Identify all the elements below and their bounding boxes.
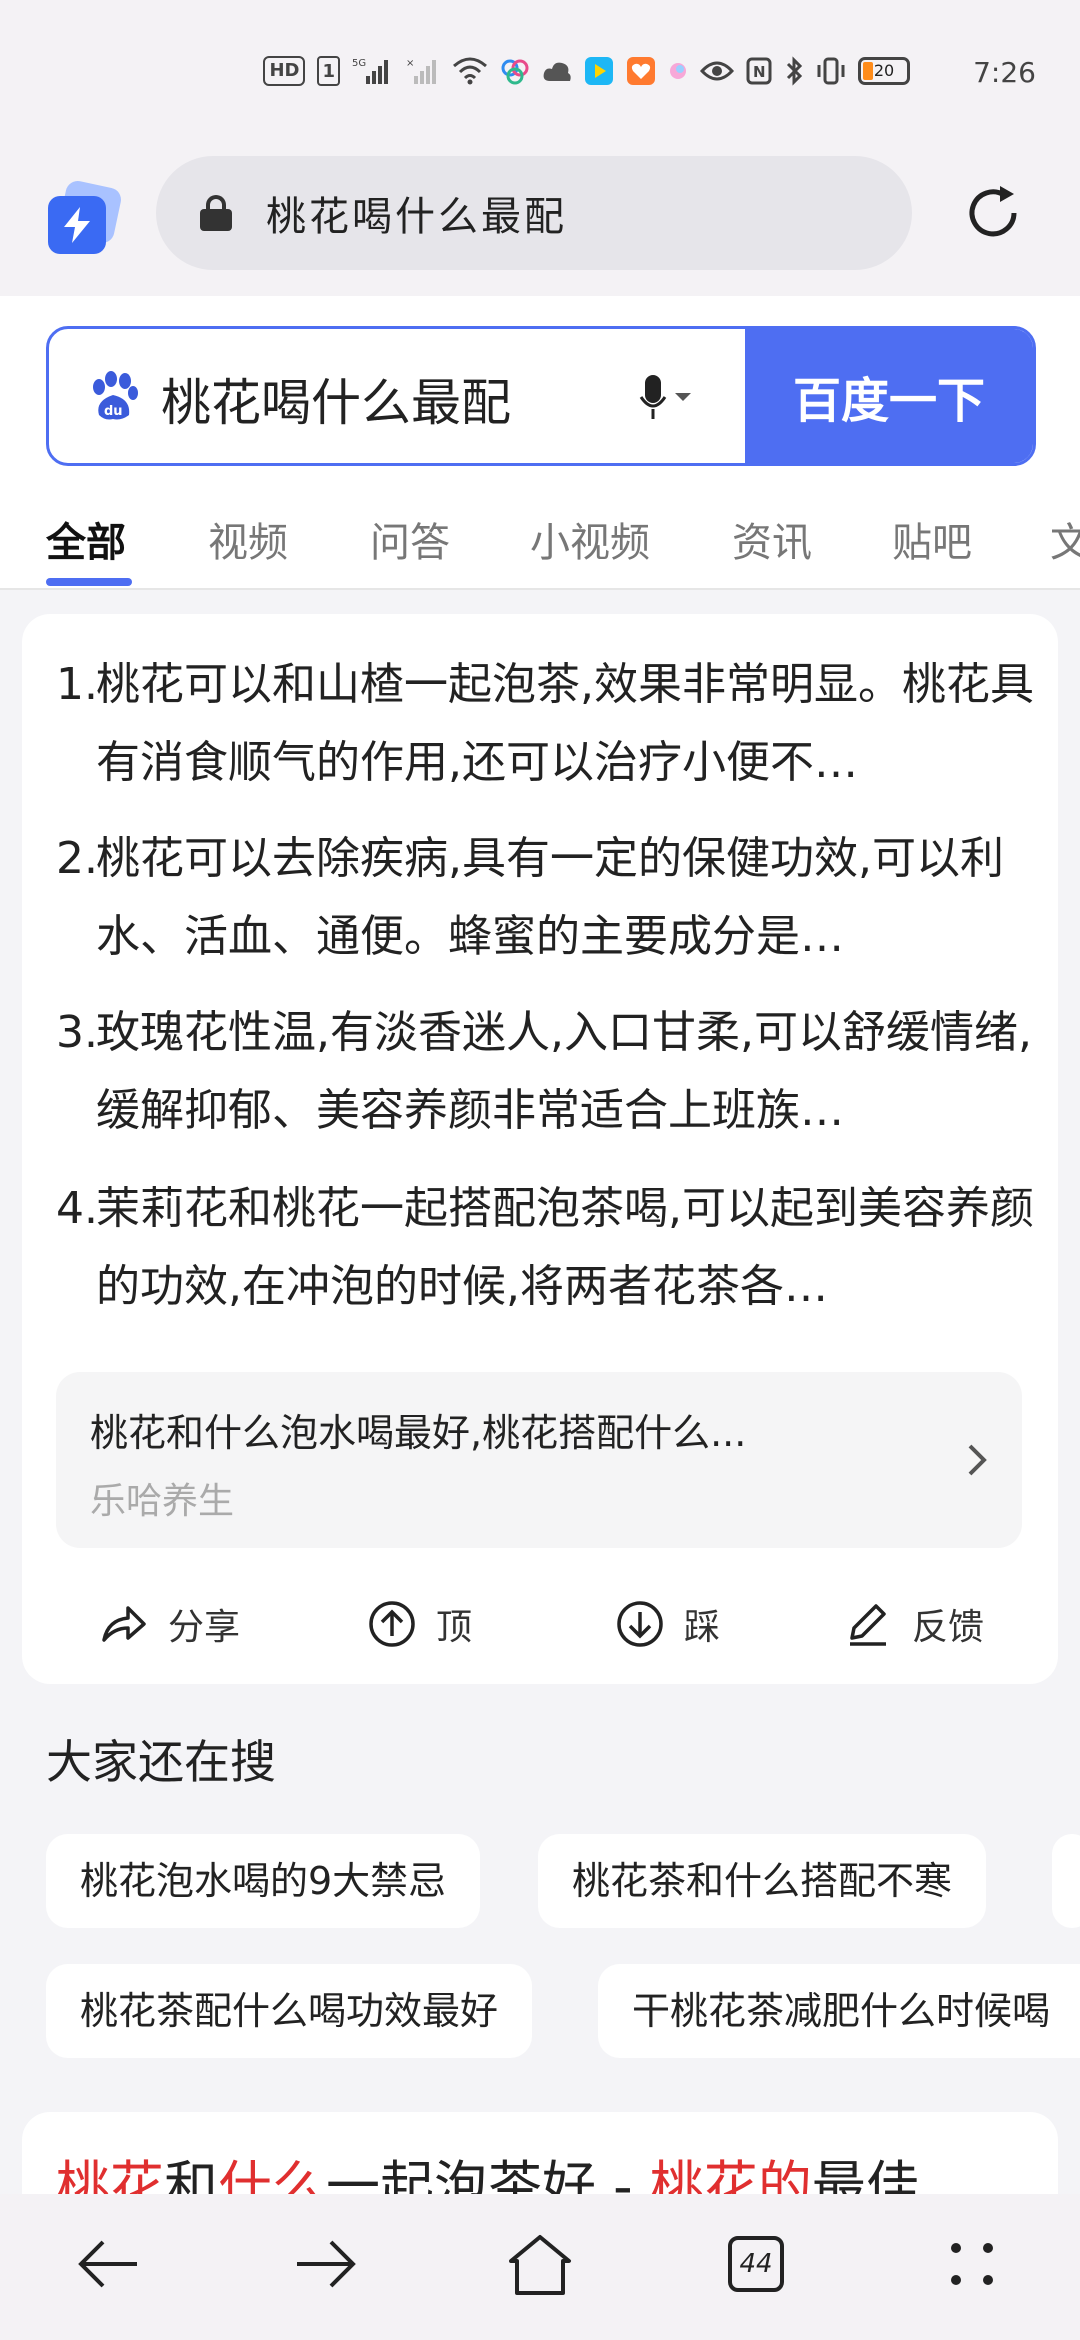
search-area: du 桃花喝什么最配 百度一下 全部 视频 问答 小视频 资讯 贴吧 文: [0, 296, 1080, 590]
answer-text: 桃花可以和山楂一起泡茶,效果非常明显。桃花具有消食顺气的作用,还可以治疗小便不…: [96, 659, 1034, 788]
menu-dots-icon: [951, 2243, 993, 2285]
reload-icon[interactable]: [960, 180, 1026, 246]
address-text: 桃花喝什么最配: [266, 194, 567, 240]
arrow-right-icon: [297, 2240, 356, 2288]
search-tabs: 全部 视频 问答 小视频 资讯 贴吧 文: [0, 494, 1080, 590]
sim-indicator: 1: [317, 56, 340, 86]
baidu-paw-icon: du: [85, 369, 141, 425]
tab-more[interactable]: 文: [1050, 510, 1080, 568]
pencil-icon: [850, 1604, 886, 1646]
signal-2-icon: ×: [406, 56, 440, 86]
status-icons: HD 1 5G × N 20: [263, 56, 910, 86]
wifi-icon: [452, 56, 488, 86]
related-search-chip[interactable]: 桃花茶和什么搭配不寒: [538, 1834, 987, 1928]
share-button[interactable]: 分享: [98, 1598, 240, 1650]
signal-icon: 5G: [352, 56, 394, 86]
microphone-icon[interactable]: [637, 371, 697, 427]
bluetooth-icon: [784, 56, 804, 86]
answer-card: 1. 桃花可以和山楂一起泡茶,效果非常明显。桃花具有消食顺气的作用,还可以治疗小…: [22, 614, 1058, 1684]
svg-text:N: N: [753, 63, 766, 81]
arrow-up-circle-icon: [369, 1601, 415, 1647]
battery-icon: 20: [858, 57, 910, 85]
tab-count: 44: [728, 2236, 784, 2292]
nfc-icon: N: [746, 56, 772, 86]
share-label: 分享: [168, 1607, 241, 1648]
share-icon: [102, 1606, 146, 1642]
home-button[interactable]: [500, 2224, 580, 2304]
related-search-chip[interactable]: 干桃花茶减肥什么时候喝: [598, 1964, 1080, 2058]
search-box: du 桃花喝什么最配 百度一下: [46, 326, 1036, 466]
browser-logo-icon[interactable]: [48, 178, 124, 254]
source-title: 桃花和什么泡水喝最好,桃花搭配什么...: [90, 1411, 747, 1455]
bottom-navigation: 44: [0, 2194, 1080, 2340]
answer-text: 茉莉花和桃花一起搭配泡茶喝,可以起到美容养颜的功效,在冲泡的时候,将两者花茶各…: [96, 1183, 1034, 1312]
tabs-button[interactable]: 44: [716, 2224, 796, 2304]
tab-tieba[interactable]: 贴吧: [892, 510, 972, 568]
active-tab-indicator: [46, 578, 132, 586]
related-search-chip[interactable]: 桃花茶配什么喝功效最好: [46, 1964, 533, 2058]
status-time: 7:26: [973, 56, 1036, 89]
video-app-icon: [584, 56, 614, 86]
answer-number: 4.: [56, 1183, 98, 1234]
tab-short-video[interactable]: 小视频: [530, 510, 650, 568]
browser-toolbar: 桃花喝什么最配: [0, 150, 1080, 296]
answer-number: 3.: [56, 1007, 98, 1058]
related-search-chip-overflow[interactable]: [1052, 1834, 1080, 1928]
related-search-chip[interactable]: 桃花泡水喝的9大禁忌: [46, 1834, 481, 1928]
tab-qa[interactable]: 问答: [370, 510, 450, 568]
hd-indicator: HD: [263, 56, 306, 86]
svg-text:5G: 5G: [352, 58, 366, 69]
downvote-button[interactable]: 踩: [614, 1598, 720, 1650]
chevron-right-icon: [962, 1436, 992, 1484]
downvote-label: 踩: [684, 1607, 721, 1648]
forward-button[interactable]: [286, 2224, 366, 2304]
search-input[interactable]: 桃花喝什么最配: [161, 363, 511, 435]
color-dot-icon: [668, 56, 688, 86]
arrow-left-icon: [78, 2240, 137, 2288]
answer-text: 玫瑰花性温,有淡香迷人,入口甘柔,可以舒缓情绪,缓解抑郁、美容养颜非常适合上班族…: [96, 1007, 1032, 1136]
address-bar[interactable]: 桃花喝什么最配: [156, 156, 912, 270]
eye-icon: [700, 56, 734, 86]
answer-text: 桃花可以去除疾病,具有一定的保健功效,可以利水、活血、通便。蜂蜜的主要成分是…: [96, 833, 1004, 962]
svg-text:du: du: [104, 404, 123, 419]
upvote-label: 顶: [436, 1607, 473, 1648]
search-button[interactable]: 百度一下: [745, 329, 1033, 463]
home-icon: [509, 2235, 571, 2295]
answer-number: 2.: [56, 833, 98, 884]
feedback-button[interactable]: 反馈: [842, 1598, 984, 1650]
tab-video[interactable]: 视频: [208, 510, 288, 568]
tab-news[interactable]: 资讯: [732, 510, 812, 568]
cloud-icon: [542, 56, 572, 86]
arrow-down-circle-icon: [617, 1601, 663, 1647]
cloud-sync-icon: [500, 56, 530, 86]
svg-text:×: ×: [406, 58, 414, 69]
menu-button[interactable]: [932, 2224, 1012, 2304]
related-searches-title: 大家还在搜: [46, 1735, 276, 1789]
tab-all[interactable]: 全部: [46, 510, 126, 568]
upvote-button[interactable]: 顶: [366, 1598, 472, 1650]
back-button[interactable]: [68, 2224, 148, 2304]
answer-actions: 分享 顶 踩 反馈: [22, 1580, 1058, 1670]
source-link[interactable]: 桃花和什么泡水喝最好,桃花搭配什么... 乐哈养生: [56, 1372, 1022, 1548]
lock-icon: [200, 195, 232, 231]
health-app-icon: [626, 56, 656, 86]
feedback-label: 反馈: [912, 1607, 985, 1648]
source-name: 乐哈养生: [90, 1481, 235, 1522]
answer-number: 1.: [56, 659, 98, 710]
status-bar: HD 1 5G × N 20 7:26: [0, 0, 1080, 150]
battery-level: 20: [873, 61, 895, 80]
vibrate-icon: [816, 56, 846, 86]
